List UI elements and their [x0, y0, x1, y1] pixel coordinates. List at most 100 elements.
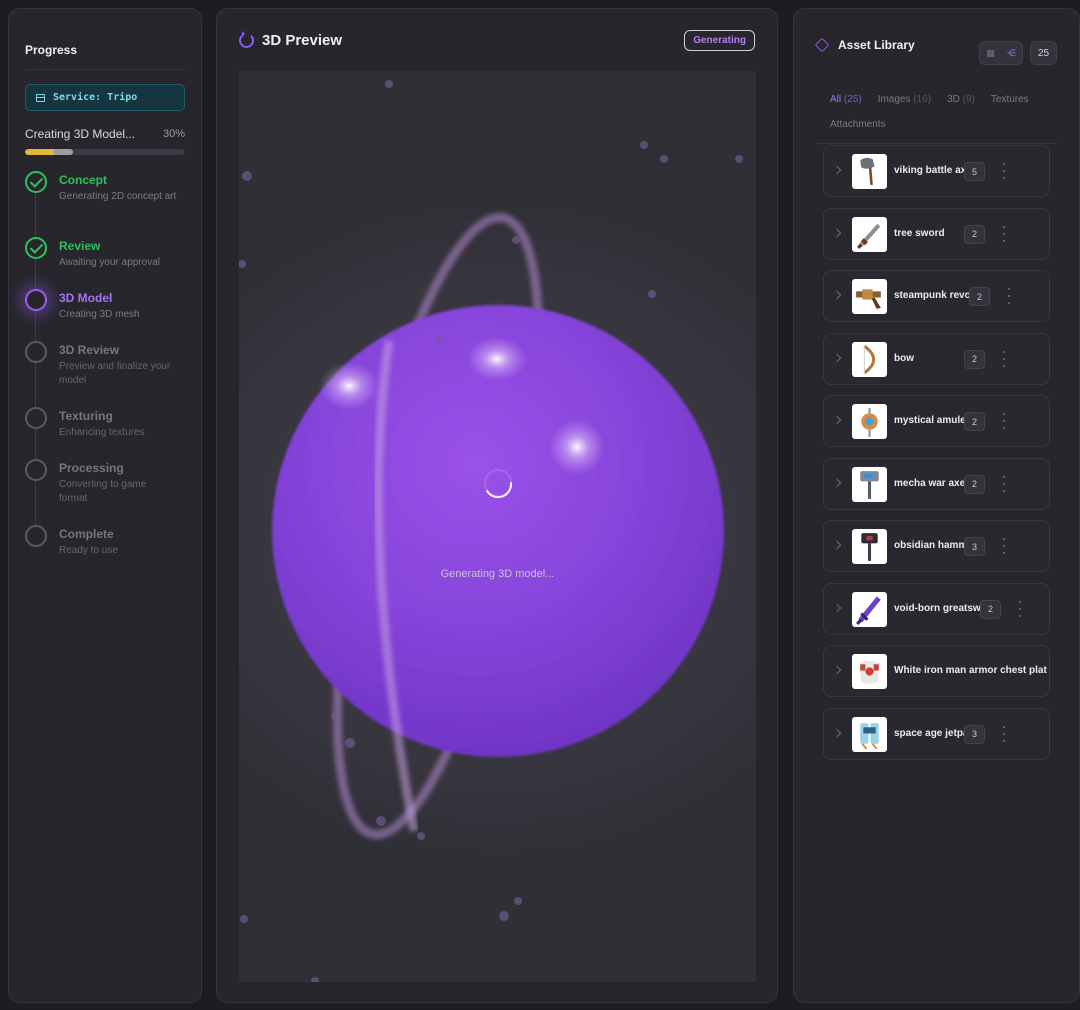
- step-review: Review Awaiting your approval: [25, 237, 185, 291]
- tab-3d[interactable]: 3D (9): [947, 87, 975, 112]
- asset-name: tree sword: [894, 227, 945, 239]
- asset-thumbnail: [852, 529, 887, 564]
- chevron-right-icon[interactable]: [832, 665, 842, 675]
- specular-highlight: [467, 337, 527, 381]
- jetpack-icon: [860, 722, 879, 750]
- check-circle-icon: [25, 237, 47, 259]
- library-header: Asset Library ▦ ⋲ 25: [794, 9, 1079, 81]
- asset-row[interactable]: space age jetpack 3: [823, 707, 1050, 760]
- bow-icon: [863, 344, 876, 374]
- asset-row[interactable]: steampunk revolver 2: [823, 270, 1050, 322]
- step-description: Ready to use: [59, 545, 118, 556]
- tab-label: Textures: [990, 94, 1029, 105]
- step-connector: [35, 311, 36, 343]
- preview-title: 3D Preview: [262, 31, 343, 49]
- step-complete: Complete Ready to use: [25, 525, 185, 577]
- step-description: Enhancing textures: [59, 427, 145, 438]
- grid-view-icon[interactable]: ▦: [980, 42, 1001, 64]
- chevron-right-icon[interactable]: [832, 228, 842, 237]
- chevron-right-icon[interactable]: [832, 290, 842, 300]
- progress-bar: [25, 149, 185, 155]
- more-options-icon[interactable]: [1002, 225, 1006, 242]
- step-texturing: Texturing Enhancing textures: [25, 407, 185, 461]
- asset-library-panel: Asset Library ▦ ⋲ 25 All (25) Images (16)…: [793, 8, 1080, 1003]
- progress-title: Progress: [25, 43, 185, 70]
- asset-thumbnail: [852, 216, 887, 252]
- asset-row[interactable]: bow 2: [823, 332, 1050, 385]
- tab-attachments[interactable]: Attachments: [830, 112, 886, 137]
- version-count-badge: 2: [964, 412, 985, 431]
- step-connector: [35, 481, 36, 527]
- chevron-right-icon[interactable]: [832, 353, 842, 362]
- step-label: Concept: [59, 173, 107, 187]
- view-toggle[interactable]: ▦ ⋲: [979, 41, 1023, 65]
- asset-thumbnail: [852, 404, 887, 439]
- step-3d-review: 3D Review Preview and finalize your model: [25, 341, 185, 409]
- asset-thumbnail: [852, 716, 887, 752]
- asset-list: viking battle axe 5 tree sword 2 steampunk r…: [823, 145, 1079, 770]
- step-description: Generating 2D concept art: [59, 191, 177, 202]
- more-options-icon[interactable]: [1002, 163, 1006, 179]
- more-options-icon[interactable]: [1002, 538, 1006, 554]
- tab-all[interactable]: All (25): [830, 87, 862, 112]
- progress-bar-fill: [25, 149, 73, 155]
- version-count-badge: 2: [964, 474, 985, 494]
- check-circle-icon: [25, 171, 47, 193]
- active-step-icon: [25, 289, 47, 311]
- version-count-badge: 3: [964, 724, 985, 744]
- asset-row[interactable]: mystical amulet 2: [823, 395, 1050, 447]
- status-badge: Generating: [684, 29, 755, 51]
- tab-count: (25): [843, 94, 862, 105]
- asset-row[interactable]: mecha war axe 2: [823, 457, 1050, 510]
- axe-icon: [860, 157, 875, 185]
- pending-circle-icon: [25, 407, 47, 429]
- version-count-badge: 5: [964, 162, 985, 181]
- tab-label: Attachments: [830, 119, 886, 130]
- asset-name: White iron man armor chest plat: [894, 665, 1047, 676]
- status-text: Creating 3D Model...: [25, 127, 136, 141]
- asset-row[interactable]: void-born greatsword 2: [823, 582, 1050, 635]
- status-row: Creating 3D Model... 30%: [25, 127, 185, 141]
- more-options-icon[interactable]: [1002, 413, 1006, 429]
- asset-row[interactable]: viking battle axe 5: [823, 145, 1050, 197]
- graph-view-icon[interactable]: ⋲: [1001, 42, 1022, 64]
- tab-label: Images: [877, 94, 911, 105]
- asset-thumbnail: [852, 341, 887, 377]
- chevron-right-icon[interactable]: [832, 540, 842, 550]
- preview-header: 3D Preview Generating: [217, 9, 777, 71]
- step-label: 3D Review: [59, 343, 120, 357]
- asset-row[interactable]: tree sword 2: [823, 207, 1050, 260]
- tab-label: All: [830, 94, 842, 105]
- pending-circle-icon: [25, 525, 47, 547]
- amulet-icon: [861, 408, 878, 437]
- step-list: Concept Generating 2D concept art Review Aw…: [25, 171, 185, 577]
- more-options-icon[interactable]: [1002, 350, 1006, 367]
- tab-textures[interactable]: Textures: [991, 87, 1029, 112]
- more-options-icon[interactable]: [1002, 725, 1006, 742]
- pending-circle-icon: [25, 459, 47, 481]
- chevron-right-icon[interactable]: [832, 165, 842, 175]
- step-description: Converting to game format: [59, 479, 147, 504]
- chevron-right-icon[interactable]: [832, 415, 842, 425]
- asset-row[interactable]: obsidian hammer 3: [823, 520, 1050, 572]
- more-options-icon[interactable]: [1018, 600, 1022, 617]
- asset-thumbnail: [852, 279, 887, 314]
- chevron-right-icon[interactable]: [832, 603, 842, 612]
- step-connector: [35, 363, 36, 409]
- version-count-badge: 3: [964, 537, 985, 556]
- tab-count: (9): [962, 94, 975, 105]
- specular-highlight: [319, 362, 379, 410]
- chevron-right-icon[interactable]: [832, 728, 842, 737]
- tab-label: 3D: [947, 94, 960, 105]
- asset-row[interactable]: White iron man armor chest plat: [823, 645, 1050, 697]
- library-title: Asset Library: [838, 38, 915, 52]
- more-options-icon[interactable]: [1002, 475, 1006, 492]
- 3d-viewport[interactable]: Generating 3D model...: [239, 71, 756, 982]
- chevron-right-icon[interactable]: [832, 478, 842, 487]
- tab-images[interactable]: Images (16): [878, 87, 931, 112]
- more-options-icon[interactable]: [1007, 288, 1011, 304]
- tab-count: (16): [913, 94, 932, 105]
- planet-scene: [239, 80, 756, 982]
- server-icon: [36, 93, 45, 102]
- asset-name: mystical amulet: [894, 415, 970, 426]
